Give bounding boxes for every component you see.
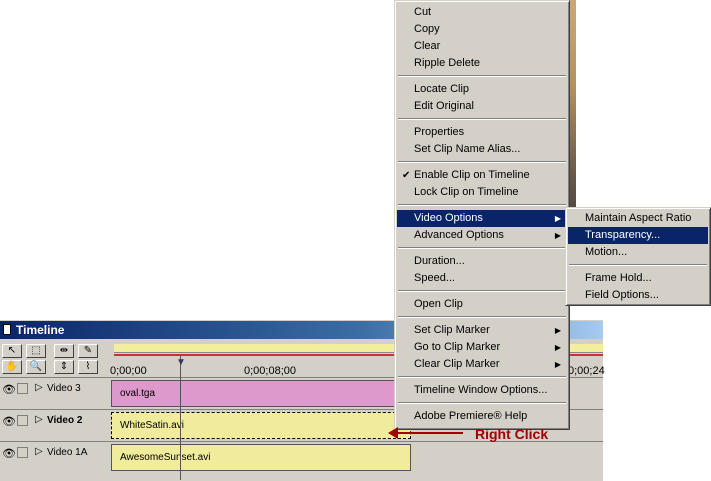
menu-item-open-clip[interactable]: Open Clip bbox=[397, 296, 567, 313]
expand-arrow-icon[interactable]: ▷ bbox=[35, 414, 43, 425]
clip-whitesatin[interactable]: WhiteSatin.avi bbox=[111, 412, 411, 439]
track-name: Video 2 bbox=[47, 415, 83, 426]
annotation-arrowhead-icon bbox=[388, 427, 398, 439]
menu-item-label: Video Options bbox=[414, 212, 483, 224]
lock-toggle[interactable] bbox=[17, 415, 28, 426]
edit-line[interactable] bbox=[180, 356, 181, 480]
track-video-1a: 👁 ▷ Video 1A AwesomeSunset.avi bbox=[0, 441, 603, 481]
menu-item-clear[interactable]: Clear bbox=[397, 38, 567, 55]
submenu-arrow-icon: ▶ bbox=[554, 214, 561, 223]
menu-separator bbox=[398, 376, 566, 378]
submenu-arrow-icon: ▶ bbox=[554, 231, 561, 240]
menu-item-premiere-help[interactable]: Adobe Premiere® Help bbox=[397, 408, 567, 425]
menu-separator bbox=[398, 290, 566, 292]
menu-separator bbox=[398, 161, 566, 163]
menu-item-advanced-options[interactable]: Advanced Options ▶ bbox=[397, 227, 567, 244]
ruler-label-8s: 0;00;08;00 bbox=[244, 365, 296, 377]
in-out-tool-icon[interactable]: ⌇ bbox=[78, 360, 98, 374]
ripple-edit-tool-icon[interactable]: ⇕ bbox=[54, 360, 74, 374]
checkmark-icon: ✔ bbox=[402, 170, 411, 181]
menu-item-duration[interactable]: Duration... bbox=[397, 253, 567, 270]
playhead-marker-icon[interactable]: ▼ bbox=[176, 357, 186, 368]
menu-item-locate-clip[interactable]: Locate Clip bbox=[397, 81, 567, 98]
hand-tool-icon[interactable]: ✋ bbox=[2, 360, 22, 374]
menu-item-set-clip-name-alias[interactable]: Set Clip Name Alias... bbox=[397, 141, 567, 158]
submenu-item-field-options[interactable]: Field Options... bbox=[568, 287, 708, 304]
ruler-label-24s: 0;00;24 bbox=[568, 365, 605, 377]
ruler-label-start: 0;00;00 bbox=[110, 365, 147, 377]
context-menu: Cut Copy Clear Ripple Delete Locate Clip… bbox=[394, 0, 570, 430]
submenu-arrow-icon: ▶ bbox=[554, 343, 561, 352]
eye-icon[interactable]: 👁 bbox=[2, 415, 16, 428]
menu-item-timeline-window-options[interactable]: Timeline Window Options... bbox=[397, 382, 567, 399]
range-select-tool-icon[interactable]: ⬚ bbox=[26, 344, 46, 358]
submenu-item-maintain-aspect-ratio[interactable]: Maintain Aspect Ratio bbox=[568, 210, 708, 227]
menu-item-copy[interactable]: Copy bbox=[397, 21, 567, 38]
expand-arrow-icon[interactable]: ▷ bbox=[35, 382, 43, 393]
menu-separator bbox=[398, 75, 566, 77]
clip-oval[interactable]: oval.tga bbox=[111, 380, 411, 407]
zoom-tool-icon[interactable]: 🔍 bbox=[26, 360, 46, 374]
menu-separator bbox=[398, 316, 566, 318]
submenu-arrow-icon: ▶ bbox=[554, 360, 561, 369]
track-select-tool-icon[interactable]: ⇹ bbox=[54, 344, 74, 358]
track-name: Video 3 bbox=[47, 383, 81, 394]
menu-separator bbox=[398, 204, 566, 206]
menu-item-properties[interactable]: Properties bbox=[397, 124, 567, 141]
timeline-title: Timeline bbox=[16, 323, 65, 337]
menu-separator bbox=[569, 264, 707, 266]
expand-arrow-icon[interactable]: ▷ bbox=[35, 446, 43, 457]
annotation-arrow bbox=[391, 432, 463, 434]
menu-item-go-to-clip-marker[interactable]: Go to Clip Marker ▶ bbox=[397, 339, 567, 356]
submenu-item-transparency[interactable]: Transparency... bbox=[568, 227, 708, 244]
selection-tool-icon[interactable]: ↖ bbox=[2, 344, 22, 358]
razor-tool-icon[interactable]: ✎ bbox=[78, 344, 98, 358]
submenu-item-motion[interactable]: Motion... bbox=[568, 244, 708, 261]
eye-icon[interactable]: 👁 bbox=[2, 383, 16, 396]
annotation-label: Right Click bbox=[475, 426, 549, 442]
menu-separator bbox=[398, 402, 566, 404]
menu-item-label: Go to Clip Marker bbox=[414, 341, 501, 353]
menu-separator bbox=[398, 118, 566, 120]
menu-item-label: Enable Clip on Timeline bbox=[414, 169, 530, 181]
menu-item-lock-clip[interactable]: Lock Clip on Timeline bbox=[397, 184, 567, 201]
timeline-toolbox: ↖ ⬚ ⇹ ✎ ✋ 🔍 ⇕ ⌇ bbox=[0, 342, 110, 376]
menu-item-ripple-delete[interactable]: Ripple Delete bbox=[397, 55, 567, 72]
lock-toggle[interactable] bbox=[17, 447, 28, 458]
track-header: 👁 ▷ Video 2 bbox=[0, 410, 110, 441]
menu-item-clear-clip-marker[interactable]: Clear Clip Marker ▶ bbox=[397, 356, 567, 373]
menu-item-label: Clear Clip Marker bbox=[414, 358, 500, 370]
menu-item-label: Set Clip Marker bbox=[414, 324, 490, 336]
track-name: Video 1A bbox=[47, 447, 88, 458]
menu-item-edit-original[interactable]: Edit Original bbox=[397, 98, 567, 115]
submenu-arrow-icon: ▶ bbox=[554, 326, 561, 335]
menu-separator bbox=[398, 247, 566, 249]
eye-icon[interactable]: 👁 bbox=[2, 447, 16, 460]
menu-item-cut[interactable]: Cut bbox=[397, 4, 567, 21]
menu-item-label: Advanced Options bbox=[414, 229, 504, 241]
timeline-window-icon bbox=[3, 324, 11, 335]
menu-item-set-clip-marker[interactable]: Set Clip Marker ▶ bbox=[397, 322, 567, 339]
menu-item-enable-clip[interactable]: ✔ Enable Clip on Timeline bbox=[397, 167, 567, 184]
lock-toggle[interactable] bbox=[17, 383, 28, 394]
video-options-submenu: Maintain Aspect Ratio Transparency... Mo… bbox=[565, 207, 711, 306]
clip-awesomesunset[interactable]: AwesomeSunset.avi bbox=[111, 444, 411, 471]
menu-item-speed[interactable]: Speed... bbox=[397, 270, 567, 287]
submenu-item-frame-hold[interactable]: Frame Hold... bbox=[568, 270, 708, 287]
track-header: 👁 ▷ Video 1A bbox=[0, 442, 110, 473]
menu-item-video-options[interactable]: Video Options ▶ bbox=[397, 210, 567, 227]
track-header: 👁 ▷ Video 3 bbox=[0, 378, 110, 409]
